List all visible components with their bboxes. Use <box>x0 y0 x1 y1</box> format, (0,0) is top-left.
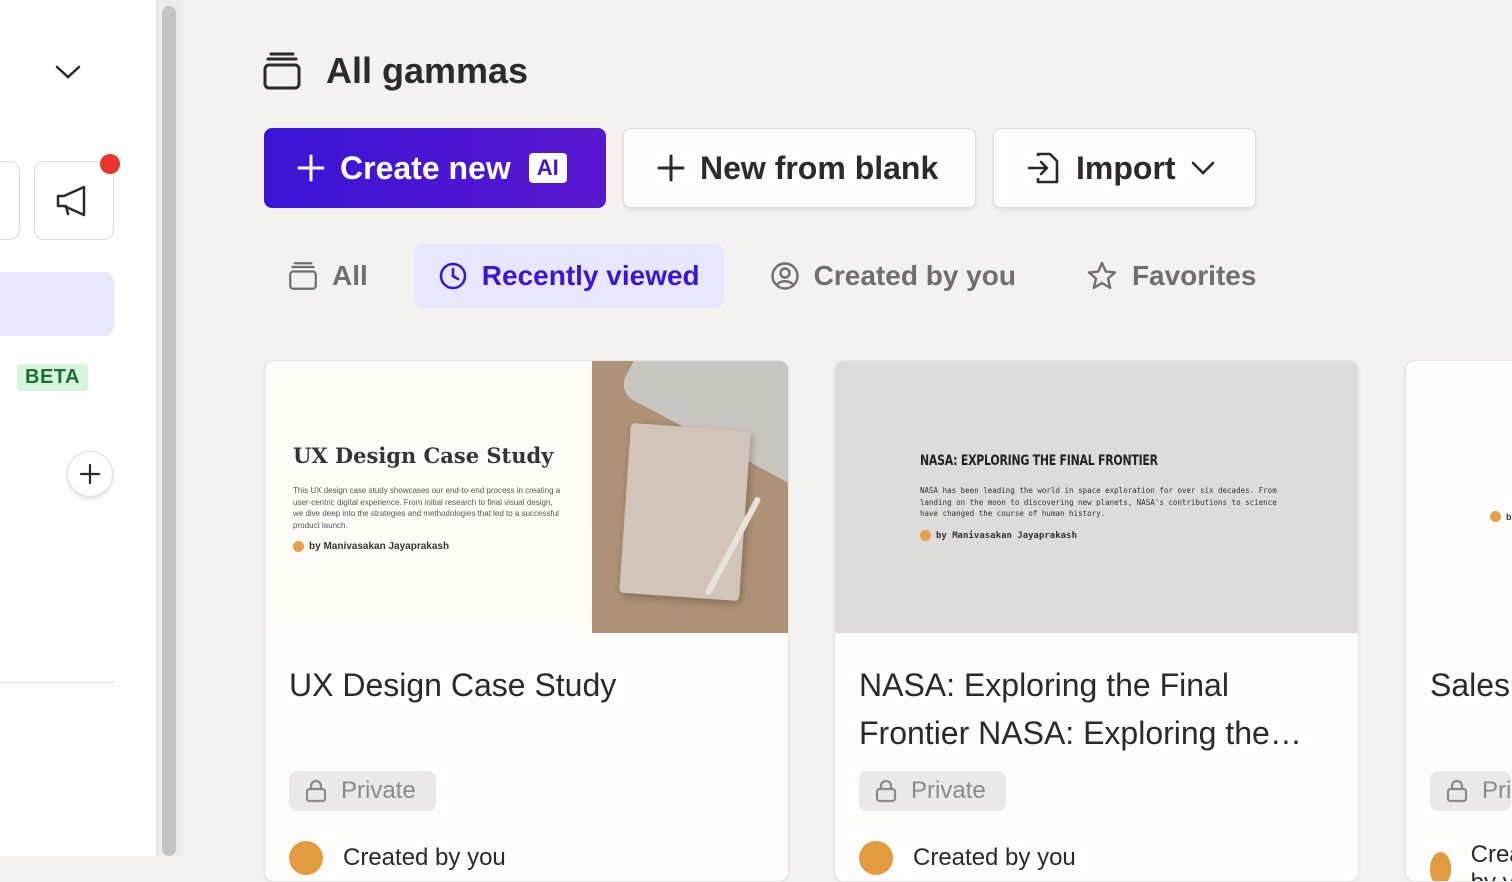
card-thumbnail: UX Design Case Study This UX design case… <box>265 361 788 633</box>
thumb-title: UX Design Case Study <box>293 443 554 468</box>
author-avatar <box>920 530 931 541</box>
author-avatar <box>1490 511 1501 522</box>
sidebar-scrollbar[interactable] <box>157 0 183 856</box>
privacy-label: Private <box>341 777 416 804</box>
card-meta: Created by you <box>289 841 506 875</box>
plus-icon <box>657 154 685 182</box>
lock-icon <box>1446 779 1468 803</box>
clock-icon <box>439 262 467 290</box>
filter-tabs: All Recently viewed Created by you Favor… <box>264 244 1280 308</box>
privacy-badge: Pri <box>1430 771 1512 811</box>
notebook-shape <box>619 423 751 601</box>
tab-label: Recently viewed <box>481 260 700 291</box>
thumb-author: b <box>1490 511 1512 522</box>
import-label: Import <box>1076 149 1176 186</box>
avatar <box>859 841 893 875</box>
card-meta: Created by you <box>1430 841 1512 881</box>
tab-favorites[interactable]: Favorites <box>1062 244 1281 308</box>
star-icon <box>1087 261 1117 289</box>
card-meta: Created by you <box>859 841 1076 875</box>
tab-created-by-you[interactable]: Created by you <box>746 244 1040 308</box>
author-avatar <box>293 541 304 552</box>
thumb-author: by Manivasakan Jayaprakash <box>920 530 1077 541</box>
privacy-badge: Private <box>289 771 436 811</box>
tab-label: Favorites <box>1131 260 1257 291</box>
card-title: Sales <box>1430 667 1511 703</box>
privacy-badge: Private <box>859 771 1006 811</box>
thumb-body: This UX design case study showcases our … <box>293 486 561 530</box>
chevron-down-icon <box>55 65 81 79</box>
card-title: UX Design Case Study <box>289 667 617 703</box>
tab-label: All <box>332 260 368 291</box>
chevron-down-icon <box>1191 161 1214 175</box>
thumb-author: by Manivasakan Jayaprakash <box>293 541 449 552</box>
card-thumbnail: NASA: EXPLORING THE FINAL FRONTIER NASA … <box>835 361 1358 633</box>
new-from-blank-button[interactable]: New from blank <box>623 128 976 208</box>
megaphone-icon <box>56 185 86 216</box>
lock-icon <box>305 779 327 803</box>
create-new-button[interactable]: Create new AI <box>264 128 606 208</box>
import-icon <box>1027 152 1059 184</box>
thumb-author-label: b <box>1506 511 1512 522</box>
new-from-blank-label: New from blank <box>700 149 939 186</box>
privacy-label: Pri <box>1482 777 1512 804</box>
created-by-label: Created by you <box>1470 841 1512 881</box>
thumb-title: NASA: EXPLORING THE FINAL FRONTIER <box>920 453 1158 469</box>
card-thumbnail: b <box>1406 361 1512 633</box>
created-by-label: Created by you <box>343 844 506 871</box>
privacy-label: Private <box>911 777 986 804</box>
plus-icon <box>79 463 101 485</box>
tab-all[interactable]: All <box>264 244 392 308</box>
sidebar-button[interactable] <box>0 161 20 240</box>
stack-icon <box>263 52 301 90</box>
beta-badge: BETA <box>17 364 88 391</box>
add-button[interactable] <box>67 451 113 497</box>
thumbnail-photo <box>592 361 788 633</box>
action-bar: Create new AI New from blank Import <box>264 128 1256 208</box>
user-circle-icon <box>770 262 799 290</box>
notification-dot <box>100 154 120 174</box>
card-title: NASA: Exploring the Final Frontier NASA:… <box>859 667 1302 751</box>
stack-icon <box>289 262 317 290</box>
created-by-label: Created by you <box>913 844 1076 871</box>
tab-recently-viewed[interactable]: Recently viewed <box>413 244 724 308</box>
gamma-card[interactable]: UX Design Case Study This UX design case… <box>264 360 789 882</box>
avatar <box>289 841 323 875</box>
page-title: All gammas <box>326 50 529 91</box>
ai-badge: AI <box>528 153 567 183</box>
lock-icon <box>875 779 897 803</box>
page-header: All gammas <box>262 50 528 92</box>
import-button[interactable]: Import <box>993 128 1256 208</box>
scrollbar-thumb[interactable] <box>162 6 176 856</box>
sidebar-active-item[interactable] <box>0 272 114 336</box>
sidebar: BETA <box>0 0 157 856</box>
plus-icon <box>297 154 325 182</box>
collapse-chevron-button[interactable] <box>50 56 86 88</box>
sidebar-divider <box>0 682 114 683</box>
thumb-author-label: by Manivasakan Jayaprakash <box>936 530 1077 541</box>
gamma-card[interactable]: b Sales Pri Created by you <box>1405 360 1512 882</box>
create-new-label: Create new <box>340 149 511 186</box>
announcements-button[interactable] <box>34 161 114 240</box>
thumb-body: NASA has been leading the world in space… <box>920 486 1277 518</box>
avatar <box>1430 852 1451 881</box>
thumb-author-label: by Manivasakan Jayaprakash <box>309 541 450 552</box>
gamma-card[interactable]: NASA: EXPLORING THE FINAL FRONTIER NASA … <box>834 360 1359 882</box>
tab-label: Created by you <box>813 260 1016 291</box>
